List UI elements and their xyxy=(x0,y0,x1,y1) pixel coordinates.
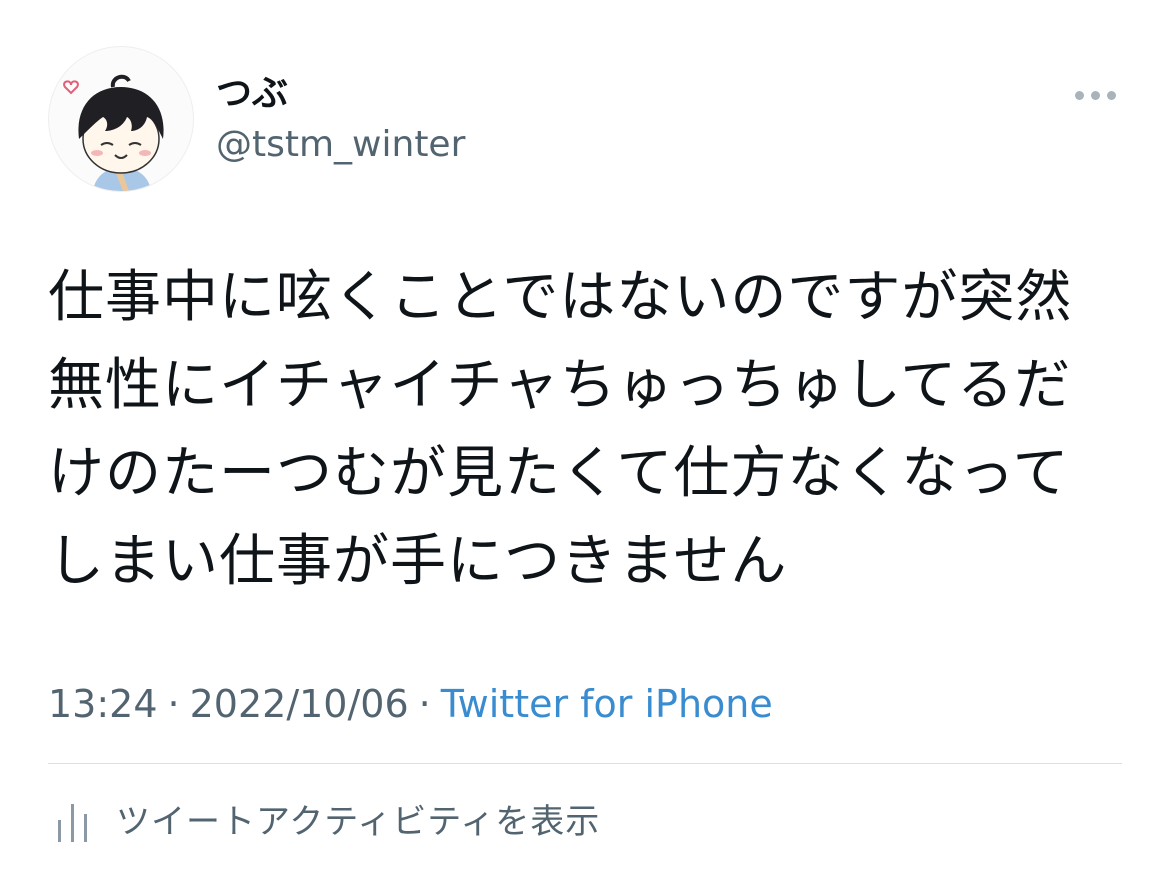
tweet-text-line: 仕事中に呟くことではないのですが突然 xyxy=(48,265,1073,330)
tweet-date[interactable]: 2022/10/06 xyxy=(190,682,409,726)
more-dot xyxy=(1106,90,1116,100)
tweet-detail: つぶ @tstm_winter 仕事中に呟くことではないのですが突然 無性にイチ… xyxy=(0,0,1170,873)
tweet-text-line: しまい仕事が手につきません xyxy=(48,529,788,594)
author-handle[interactable]: @tstm_winter xyxy=(216,122,465,168)
more-options-button[interactable] xyxy=(1066,78,1124,112)
activity-label: ツイートアクティビティを表示 xyxy=(116,802,601,842)
tweet-text-line: 無性にイチャイチャちゅっちゅしてるだ xyxy=(48,353,1072,418)
more-horizontal-icon xyxy=(1074,90,1084,100)
tweet-text-line: けのたーつむが見たくて仕方なくなって xyxy=(48,441,1070,506)
tweet-source-link[interactable]: Twitter for iPhone xyxy=(441,682,773,726)
author-display-name[interactable]: つぶ xyxy=(216,72,288,116)
tweet-time[interactable]: 13:24 xyxy=(48,682,158,726)
divider xyxy=(48,763,1122,764)
more-dot xyxy=(1090,90,1100,100)
avatar[interactable] xyxy=(48,46,194,192)
avatar-illustration-icon xyxy=(63,74,164,191)
view-tweet-activity-button[interactable]: ツイートアクティビティを表示 xyxy=(48,796,600,848)
meta-separator: · xyxy=(167,682,180,726)
activity-bars-icon xyxy=(58,804,87,842)
tweet-meta: 13:24 · 2022/10/06 · Twitter for iPhone xyxy=(48,680,773,728)
tweet-text: 仕事中に呟くことではないのですが突然 無性にイチャイチャちゅっちゅしてるだ けの… xyxy=(48,254,1128,606)
meta-separator: · xyxy=(418,682,431,726)
